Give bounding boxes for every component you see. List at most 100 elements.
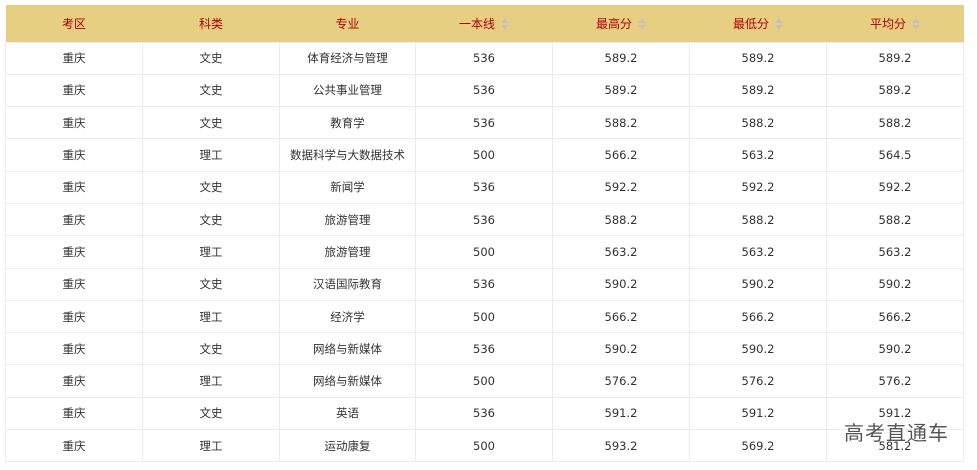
header-label: 专业 xyxy=(335,16,360,31)
cell-region: 重庆 xyxy=(5,202,143,237)
cell-major: 体育经济与管理 xyxy=(279,41,416,75)
table-row: 重庆 理工 运动康复 500 593.2 569.2 581.2 xyxy=(5,429,964,463)
cell-tier1-line: 536 xyxy=(415,106,553,140)
cell-min-score: 588.2 xyxy=(689,106,827,140)
cell-category: 文史 xyxy=(142,267,280,301)
header-min-score[interactable]: 最低分 xyxy=(690,5,827,42)
table-row: 重庆 理工 旅游管理 500 563.2 563.2 563.2 xyxy=(5,235,964,269)
cell-region: 重庆 xyxy=(5,73,143,108)
cell-category: 文史 xyxy=(142,170,280,204)
cell-region: 重庆 xyxy=(5,267,143,301)
cell-min-score: 591.2 xyxy=(689,396,827,431)
cell-major: 教育学 xyxy=(279,106,416,140)
sort-down-icon[interactable] xyxy=(501,25,509,31)
cell-major: 英语 xyxy=(279,396,416,431)
cell-avg-score: 590.2 xyxy=(826,267,964,301)
cell-region: 重庆 xyxy=(5,332,143,366)
cell-major: 新闻学 xyxy=(279,170,416,204)
cell-min-score: 590.2 xyxy=(689,332,827,366)
header-label: 平均分 xyxy=(869,16,906,31)
cell-category: 文史 xyxy=(142,106,280,140)
sort-up-icon[interactable] xyxy=(912,18,920,24)
cell-max-score: 589.2 xyxy=(552,41,690,75)
header-label: 一本线 xyxy=(458,16,495,31)
cell-min-score: 576.2 xyxy=(689,364,827,398)
cell-avg-score: 564.5 xyxy=(826,138,964,172)
cell-category: 文史 xyxy=(142,73,280,108)
cell-max-score: 566.2 xyxy=(552,138,690,172)
cell-category: 文史 xyxy=(142,332,280,366)
cell-avg-score: 566.2 xyxy=(826,299,964,334)
header-avg-score[interactable]: 平均分 xyxy=(827,5,964,42)
table-body: 重庆 文史 体育经济与管理 536 589.2 589.2 589.2 重庆 文史 公共事业管理 5… xyxy=(5,41,964,463)
watermark-text: 高考直通车 xyxy=(844,421,949,445)
cell-major: 网络与新媒体 xyxy=(279,364,416,398)
cell-category: 理工 xyxy=(142,429,280,463)
cell-max-score: 590.2 xyxy=(552,267,690,301)
header-tier1-line[interactable]: 一本线 xyxy=(416,5,553,42)
sort-down-icon[interactable] xyxy=(638,25,646,31)
cell-tier1-line: 536 xyxy=(415,396,553,431)
cell-tier1-line: 500 xyxy=(415,364,553,398)
cell-tier1-line: 536 xyxy=(415,41,553,75)
cell-tier1-line: 536 xyxy=(415,202,553,237)
cell-avg-score: 576.2 xyxy=(826,364,964,398)
cell-region: 重庆 xyxy=(5,299,143,334)
table-row: 重庆 文史 汉语国际教育 536 590.2 590.2 590.2 xyxy=(5,267,964,301)
cell-avg-score: 563.2 xyxy=(826,235,964,269)
cell-max-score: 591.2 xyxy=(552,396,690,431)
header-label: 最低分 xyxy=(732,16,769,31)
sort-down-icon[interactable] xyxy=(775,25,783,31)
cell-tier1-line: 536 xyxy=(415,170,553,204)
sort-icon[interactable] xyxy=(638,18,646,31)
cell-tier1-line: 536 xyxy=(415,267,553,301)
cell-region: 重庆 xyxy=(5,170,143,204)
cell-region: 重庆 xyxy=(5,396,143,431)
cell-max-score: 590.2 xyxy=(552,332,690,366)
sort-down-icon[interactable] xyxy=(912,25,920,31)
cell-major: 经济学 xyxy=(279,299,416,334)
cell-category: 理工 xyxy=(142,138,280,172)
cell-avg-score: 588.2 xyxy=(826,202,964,237)
sort-icon[interactable] xyxy=(912,18,920,31)
cell-max-score: 592.2 xyxy=(552,170,690,204)
header-max-score[interactable]: 最高分 xyxy=(553,5,690,42)
cell-min-score: 590.2 xyxy=(689,267,827,301)
sort-icon[interactable] xyxy=(501,18,509,31)
table-row: 重庆 理工 网络与新媒体 500 576.2 576.2 576.2 xyxy=(5,364,964,398)
score-table: 考区 科类 专业 一本线 最高分 最低分 平均分 重庆 文史 体育经济与管理 536 589.2 58… xyxy=(5,5,964,463)
sort-up-icon[interactable] xyxy=(775,18,783,24)
sort-up-icon[interactable] xyxy=(501,18,509,24)
sort-up-icon[interactable] xyxy=(638,18,646,24)
cell-region: 重庆 xyxy=(5,138,143,172)
header-label: 考区 xyxy=(61,16,86,31)
header-label: 科类 xyxy=(198,16,223,31)
table-row: 重庆 文史 旅游管理 536 588.2 588.2 588.2 xyxy=(5,202,964,237)
cell-category: 理工 xyxy=(142,364,280,398)
header-major: 专业 xyxy=(280,5,416,42)
cell-category: 文史 xyxy=(142,202,280,237)
cell-tier1-line: 500 xyxy=(415,299,553,334)
cell-max-score: 563.2 xyxy=(552,235,690,269)
cell-max-score: 588.2 xyxy=(552,202,690,237)
table-row: 重庆 文史 教育学 536 588.2 588.2 588.2 xyxy=(5,106,964,140)
cell-avg-score: 592.2 xyxy=(826,170,964,204)
table-row: 重庆 文史 公共事业管理 536 589.2 589.2 589.2 xyxy=(5,73,964,108)
cell-region: 重庆 xyxy=(5,429,143,463)
cell-tier1-line: 536 xyxy=(415,332,553,366)
cell-avg-score: 589.2 xyxy=(826,41,964,75)
cell-min-score: 563.2 xyxy=(689,235,827,269)
cell-max-score: 576.2 xyxy=(552,364,690,398)
cell-category: 文史 xyxy=(142,41,280,75)
table-row: 重庆 理工 数据科学与大数据技术 500 566.2 563.2 564.5 xyxy=(5,138,964,172)
table-row: 重庆 理工 经济学 500 566.2 566.2 566.2 xyxy=(5,299,964,334)
cell-avg-score: 588.2 xyxy=(826,106,964,140)
cell-category: 理工 xyxy=(142,299,280,334)
cell-tier1-line: 536 xyxy=(415,73,553,108)
cell-max-score: 593.2 xyxy=(552,429,690,463)
header-region: 考区 xyxy=(6,5,143,42)
cell-region: 重庆 xyxy=(5,106,143,140)
cell-region: 重庆 xyxy=(5,41,143,75)
sort-icon[interactable] xyxy=(775,18,783,31)
cell-region: 重庆 xyxy=(5,235,143,269)
